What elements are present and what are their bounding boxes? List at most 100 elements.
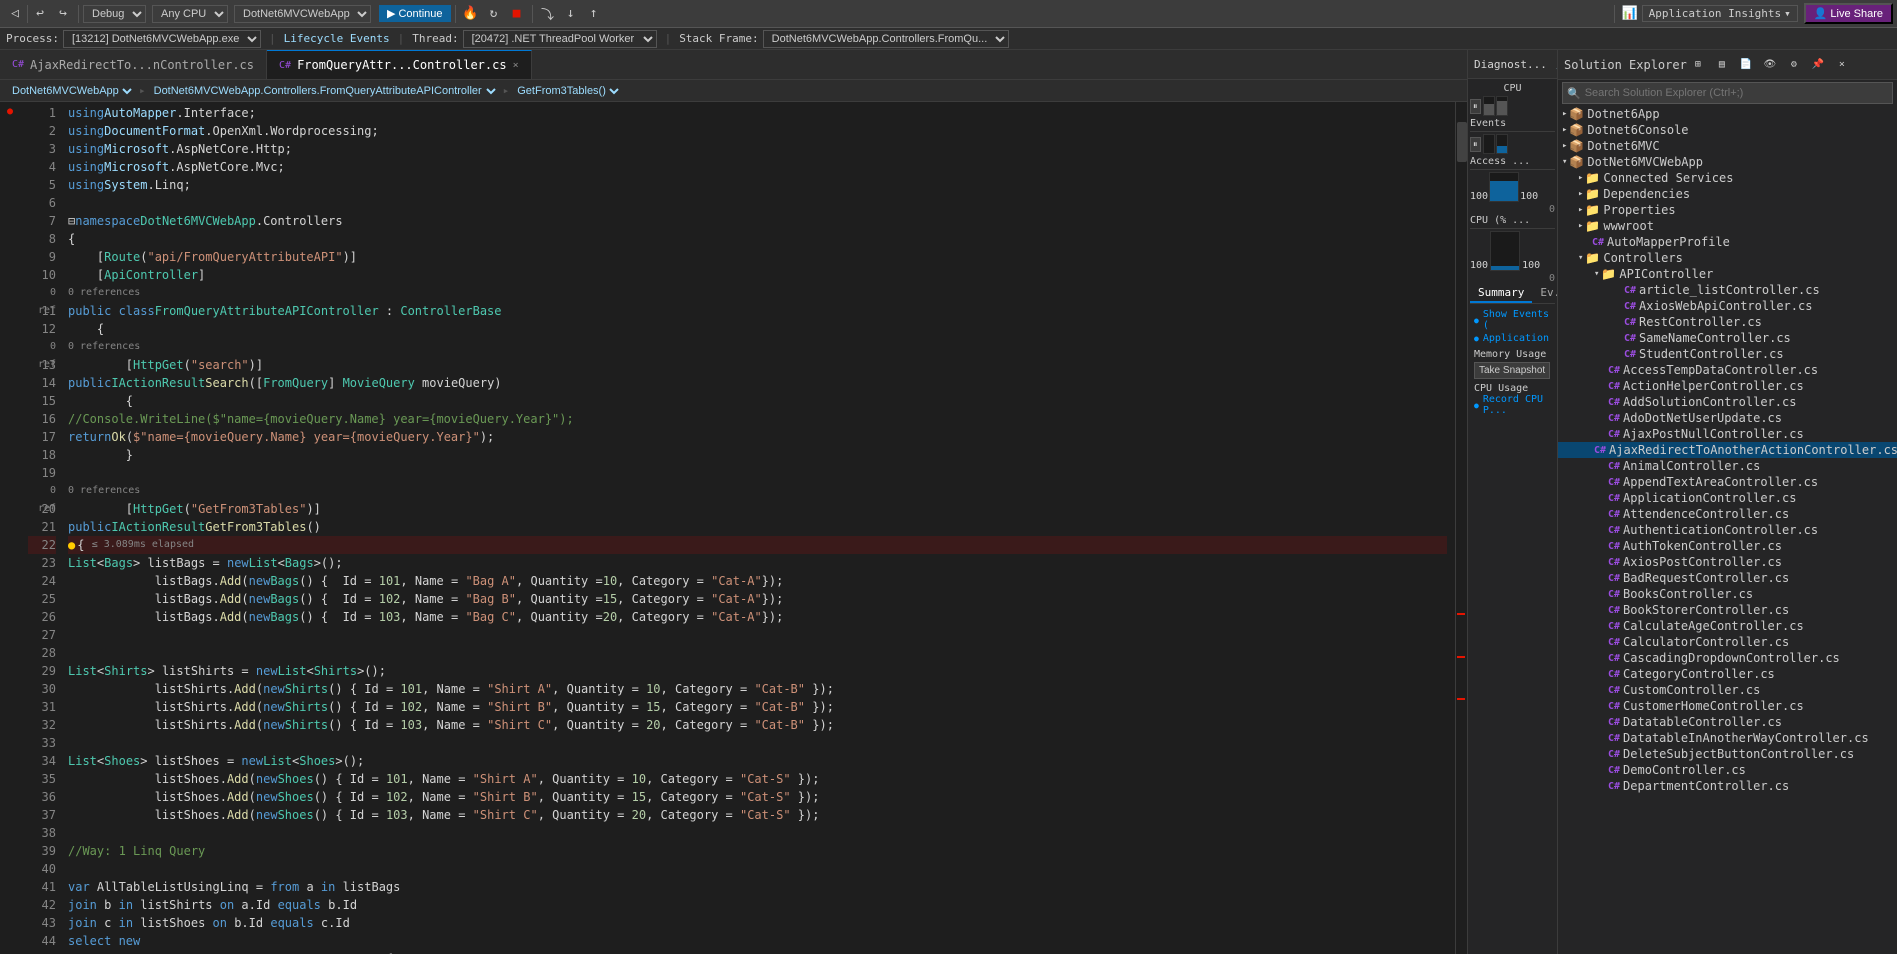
tree-item-animalcontroller-cs[interactable]: C#AnimalController.cs	[1558, 458, 1897, 474]
tree-item-deletesubjectbuttoncontroller-cs[interactable]: C#DeleteSubjectButtonController.cs	[1558, 746, 1897, 762]
tree-arrow[interactable]: ▸	[1578, 189, 1583, 199]
code-line-26: listBags.Add(new Bags() { Id = 103, Name…	[68, 608, 1447, 626]
pause-btn[interactable]: ⏸	[1470, 99, 1481, 114]
tree-item-actionhelpercontroller-cs[interactable]: C#ActionHelperController.cs	[1558, 378, 1897, 394]
diagnostics-icon[interactable]: 📊	[1619, 3, 1641, 25]
se-new-file-btn[interactable]: 📄	[1735, 54, 1757, 76]
project-dropdown[interactable]: DotNet6MVCWebApp	[234, 5, 371, 23]
continue-button[interactable]: ▶ Continue	[379, 5, 451, 22]
flame-icon[interactable]: 🔥	[460, 3, 482, 25]
events-tab[interactable]: Ev...	[1532, 284, 1557, 303]
tree-item-ajaxpostnullcontroller-cs[interactable]: C#AjaxPostNullController.cs	[1558, 426, 1897, 442]
insights-button[interactable]: Application Insights ▾	[1642, 5, 1798, 22]
se-close-btn[interactable]: ×	[1831, 54, 1853, 76]
tree-item-ajaxredirecttoanotheractioncontroller-cs[interactable]: C#AjaxRedirectToAnotherActionController.…	[1558, 442, 1897, 458]
tree-item-axioswebapicontroller-cs[interactable]: C#AxiosWebApiController.cs	[1558, 298, 1897, 314]
step-over-icon[interactable]: ⤵	[537, 3, 559, 25]
tab-ajax[interactable]: C# AjaxRedirectTo...nController.cs	[0, 50, 267, 79]
tree-item-restcontroller-cs[interactable]: C#RestController.cs	[1558, 314, 1897, 330]
se-properties-btn[interactable]: ⚙	[1783, 54, 1805, 76]
stop-icon[interactable]: ■	[506, 3, 528, 25]
scrollbar-thumb[interactable]	[1457, 122, 1467, 162]
tree-item-controllers[interactable]: ▾📁Controllers	[1558, 250, 1897, 266]
tree-arrow[interactable]: ▸	[1562, 141, 1567, 151]
tree-arrow[interactable]: ▸	[1578, 221, 1583, 231]
liveshare-button[interactable]: 👤 Live Share	[1804, 3, 1893, 24]
tree-item-connected-services[interactable]: ▸📁Connected Services	[1558, 170, 1897, 186]
tree-item-dependencies[interactable]: ▸📁Dependencies	[1558, 186, 1897, 202]
tree-item-accesstempdatacontroller-cs[interactable]: C#AccessTempDataController.cs	[1558, 362, 1897, 378]
tree-item-bookstorercontroller-cs[interactable]: C#BookStorerController.cs	[1558, 602, 1897, 618]
tree-item-cascadingdropdowncontroller-cs[interactable]: C#CascadingDropdownController.cs	[1558, 650, 1897, 666]
tree-arrow[interactable]: ▾	[1594, 269, 1599, 279]
tree-arrow[interactable]: ▸	[1578, 173, 1583, 183]
tree-item-dotnet6app[interactable]: ▸📦Dotnet6App	[1558, 106, 1897, 122]
gutter-breakpoint-22[interactable]: ●	[0, 102, 20, 120]
breadcrumb-method[interactable]: GetFrom3Tables()	[513, 84, 622, 98]
tree-item-departmentcontroller-cs[interactable]: C#DepartmentController.cs	[1558, 778, 1897, 794]
process-select[interactable]: [13212] DotNet6MVCWebApp.exe	[63, 30, 261, 48]
tree-item-datatablecontroller-cs[interactable]: C#DatatableController.cs	[1558, 714, 1897, 730]
take-snapshot-btn[interactable]: Take Snapshot	[1474, 362, 1550, 379]
editor-scrollbar[interactable]	[1455, 102, 1467, 954]
search-input[interactable]	[1585, 87, 1888, 99]
tree-arrow[interactable]: ▾	[1562, 157, 1567, 167]
tree-item-addsolutioncontroller-cs[interactable]: C#AddSolutionController.cs	[1558, 394, 1897, 410]
tree-item-calculateagecontroller-cs[interactable]: C#CalculateAgeController.cs	[1558, 618, 1897, 634]
se-show-all-btn[interactable]: 👁	[1759, 54, 1781, 76]
tree-item-badrequestcontroller-cs[interactable]: C#BadRequestController.cs	[1558, 570, 1897, 586]
undo-btn[interactable]: ↩	[29, 3, 51, 25]
tree-item-appendtextareacontroller-cs[interactable]: C#AppendTextAreaController.cs	[1558, 474, 1897, 490]
back-btn[interactable]: ◁	[4, 3, 26, 25]
tree-item-authtokencontroller-cs[interactable]: C#AuthTokenController.cs	[1558, 538, 1897, 554]
stack-select[interactable]: DotNet6MVCWebApp.Controllers.FromQu...	[763, 30, 1009, 48]
tree-arrow[interactable]: ▸	[1562, 125, 1567, 135]
tree-item-dotnet6console[interactable]: ▸📦Dotnet6Console	[1558, 122, 1897, 138]
record-cpu-btn[interactable]: Record CPU P...	[1474, 394, 1551, 416]
tree-arrow[interactable]: ▸	[1562, 109, 1567, 119]
tree-item-axiospostcontroller-cs[interactable]: C#AxiosPostController.cs	[1558, 554, 1897, 570]
tree-item-categorycontroller-cs[interactable]: C#CategoryController.cs	[1558, 666, 1897, 682]
restart-icon[interactable]: ↻	[483, 3, 505, 25]
tab-fromquery[interactable]: C# FromQueryAttr...Controller.cs ×	[267, 50, 532, 79]
application-item[interactable]: Application	[1474, 332, 1551, 345]
step-into-icon[interactable]: ↓	[560, 3, 582, 25]
tree-item-authenticationcontroller-cs[interactable]: C#AuthenticationController.cs	[1558, 522, 1897, 538]
tree-item-automapperprofile[interactable]: C#AutoMapperProfile	[1558, 234, 1897, 250]
tree-item-customcontroller-cs[interactable]: C#CustomController.cs	[1558, 682, 1897, 698]
tree-item-adodotnetuserupdate-cs[interactable]: C#AdoDotNetUserUpdate.cs	[1558, 410, 1897, 426]
show-events-item[interactable]: Show Events (	[1474, 308, 1551, 332]
se-search-box[interactable]: 🔍	[1562, 82, 1893, 104]
tree-item-attendencecontroller-cs[interactable]: C#AttendenceController.cs	[1558, 506, 1897, 522]
redo-btn[interactable]: ↪	[52, 3, 74, 25]
se-sync-btn[interactable]: ⊞	[1687, 54, 1709, 76]
debug-dropdown[interactable]: Debug	[83, 5, 146, 23]
tree-item-studentcontroller-cs[interactable]: C#StudentController.cs	[1558, 346, 1897, 362]
code-content[interactable]: using AutoMapper.Interface; using Docume…	[60, 102, 1455, 954]
tree-item-samenamecontroller-cs[interactable]: C#SameNameController.cs	[1558, 330, 1897, 346]
breadcrumb-namespace[interactable]: DotNet6MVCWebApp	[8, 84, 135, 98]
event-pause-btn[interactable]: ⏸	[1470, 137, 1481, 152]
tree-item-dotnet6mvcwebapp[interactable]: ▾📦DotNet6MVCWebApp	[1558, 154, 1897, 170]
breadcrumb-controller[interactable]: DotNet6MVCWebApp.Controllers.FromQueryAt…	[150, 84, 499, 98]
tree-item-customerhomecontroller-cs[interactable]: C#CustomerHomeController.cs	[1558, 698, 1897, 714]
tree-item-calculatorcontroller-cs[interactable]: C#CalculatorController.cs	[1558, 634, 1897, 650]
tree-item-applicationcontroller-cs[interactable]: C#ApplicationController.cs	[1558, 490, 1897, 506]
tree-item-bookscontroller-cs[interactable]: C#BooksController.cs	[1558, 586, 1897, 602]
thread-select[interactable]: [20472] .NET ThreadPool Worker	[463, 30, 657, 48]
summary-tab[interactable]: Summary	[1470, 284, 1532, 303]
tree-item-apicontroller[interactable]: ▾📁APIController	[1558, 266, 1897, 282]
tree-arrow[interactable]: ▸	[1578, 205, 1583, 215]
tab-close-btn[interactable]: ×	[513, 60, 519, 71]
tree-item-democontroller-cs[interactable]: C#DemoController.cs	[1558, 762, 1897, 778]
tree-item-dotnet6mvc[interactable]: ▸📦Dotnet6MVC	[1558, 138, 1897, 154]
tree-item-datatableinanotherwaycontroller-cs[interactable]: C#DatatableInAnotherWayController.cs	[1558, 730, 1897, 746]
se-collapse-btn[interactable]: ▤	[1711, 54, 1733, 76]
cpu-dropdown[interactable]: Any CPU	[152, 5, 228, 23]
tree-item-properties[interactable]: ▸📁Properties	[1558, 202, 1897, 218]
tree-arrow[interactable]: ▾	[1578, 253, 1583, 263]
tree-item-wwwroot[interactable]: ▸📁wwwroot	[1558, 218, 1897, 234]
se-pin-btn[interactable]: 📌	[1807, 54, 1829, 76]
tree-item-article-listcontroller-cs[interactable]: C#article_listController.cs	[1558, 282, 1897, 298]
step-out-icon[interactable]: ↑	[583, 3, 605, 25]
